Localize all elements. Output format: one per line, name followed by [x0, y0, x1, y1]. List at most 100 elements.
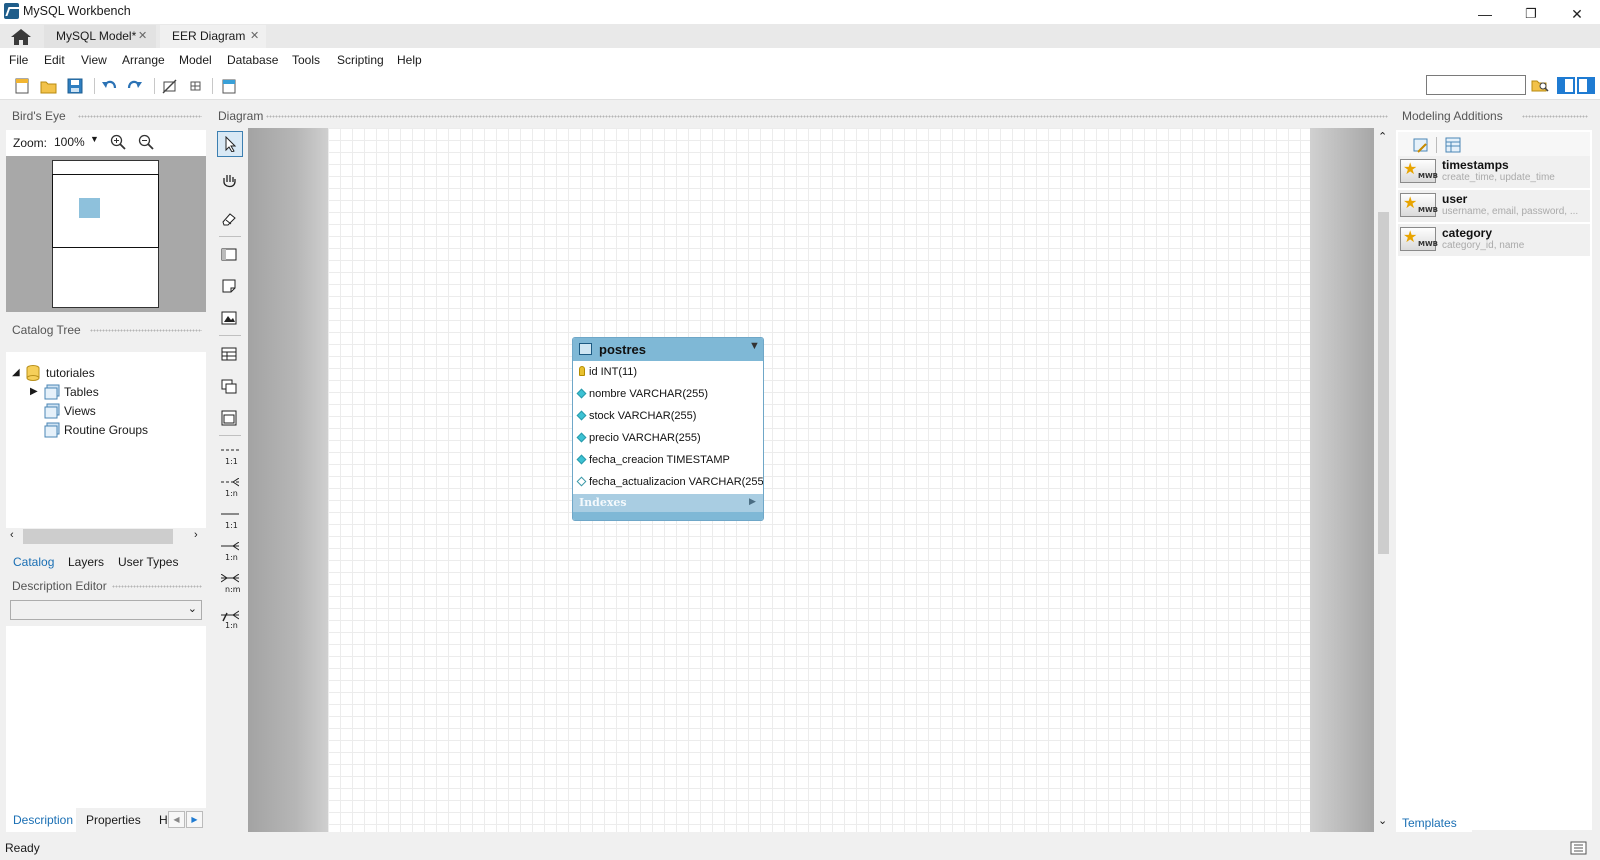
search-folder-icon[interactable] [1531, 76, 1549, 94]
toggle-grid-icon[interactable] [161, 77, 179, 95]
layer-tool[interactable] [217, 242, 243, 268]
output-panel-icon[interactable] [1570, 841, 1588, 856]
menu-view[interactable]: View [81, 53, 107, 67]
relationship-1-n-non-identifying[interactable]: 1:n [217, 474, 243, 500]
zoom-out-icon[interactable] [138, 134, 154, 150]
menu-database[interactable]: Database [227, 53, 278, 67]
menu-file[interactable]: File [9, 53, 28, 67]
birds-eye-viewport[interactable] [52, 174, 159, 248]
scroll-down-icon[interactable]: ⌄ [1378, 814, 1387, 827]
scroll-thumb[interactable] [1378, 212, 1389, 554]
redo-icon[interactable] [126, 77, 144, 95]
note-tool[interactable] [217, 274, 243, 300]
relationship-existing-columns[interactable]: 1:n [217, 606, 243, 632]
pointer-icon [225, 136, 237, 152]
save-icon[interactable] [66, 77, 84, 95]
diagram-canvas[interactable] [328, 128, 1310, 832]
menu-bar: File Edit View Arrange Model Database To… [0, 48, 1600, 72]
scroll-left-icon[interactable]: ‹ [10, 529, 14, 541]
tab-layers[interactable]: Layers [68, 555, 104, 569]
view-tool[interactable] [217, 374, 243, 400]
birds-eye-header: Bird's Eye [6, 106, 206, 126]
tab-templates[interactable]: Templates [1396, 812, 1472, 832]
menu-model[interactable]: Model [179, 53, 212, 67]
tab-history[interactable]: H [159, 813, 168, 827]
home-tab[interactable] [6, 26, 36, 48]
table-column[interactable]: fecha_actualizacion VARCHAR(255) [573, 471, 763, 493]
indexes-section[interactable]: Indexes ▶ [573, 494, 763, 512]
expand-indexes-icon[interactable]: ▶ [749, 496, 756, 507]
tab-catalog[interactable]: Catalog [13, 555, 54, 569]
tab-description[interactable]: Description [6, 808, 76, 832]
tab-eer-diagram[interactable]: EER Diagram ✕ [160, 25, 266, 48]
routine-group-tool[interactable] [217, 406, 243, 432]
toggle-left-panel-icon[interactable] [1557, 77, 1575, 94]
description-object-select[interactable]: ⌄ [10, 600, 202, 620]
tab-close-icon[interactable]: ✕ [250, 25, 259, 47]
zoom-select[interactable]: 100% ▼ [50, 133, 100, 151]
table-entity-postres[interactable]: postres ▼ id INT(11) nombre VARCHAR(255)… [572, 337, 764, 521]
export-icon[interactable] [220, 77, 238, 95]
menu-edit[interactable]: Edit [44, 53, 65, 67]
description-text-area[interactable] [6, 626, 206, 808]
image-tool[interactable] [217, 306, 243, 332]
toolbar-separator [212, 78, 213, 94]
scroll-thumb[interactable] [23, 529, 173, 544]
relationship-1-n-identifying[interactable]: 1:n [217, 538, 243, 564]
menu-tools[interactable]: Tools [292, 53, 320, 67]
tool-palette: 1:1 1:n 1:1 1:n n:m 1:n [212, 128, 246, 832]
table-column[interactable]: nombre VARCHAR(255) [573, 383, 763, 405]
table-column[interactable]: stock VARCHAR(255) [573, 405, 763, 427]
diagram-vertical-scrollbar[interactable]: ⌃ ⌄ [1374, 128, 1392, 832]
menu-help[interactable]: Help [397, 53, 422, 67]
eraser-tool[interactable] [217, 207, 243, 233]
undo-icon[interactable] [100, 77, 118, 95]
search-input[interactable] [1426, 75, 1526, 95]
description-tabs: Description Properties H ◀ ▶ [0, 808, 206, 832]
toggle-right-panel-icon[interactable] [1577, 77, 1595, 94]
zoom-in-icon[interactable] [110, 134, 126, 150]
scroll-up-icon[interactable]: ⌃ [1378, 130, 1387, 143]
relationship-n-m[interactable]: n:m [217, 570, 243, 596]
table-column[interactable]: fecha_creacion TIMESTAMP [573, 449, 763, 471]
tab-properties[interactable]: Properties [86, 813, 141, 827]
star-icon: ★ [1403, 195, 1418, 212]
not-null-column-icon [576, 432, 587, 443]
align-grid-icon[interactable] [187, 77, 205, 95]
menu-arrange[interactable]: Arrange [122, 53, 165, 67]
table-column[interactable]: precio VARCHAR(255) [573, 427, 763, 449]
pointer-tool[interactable] [217, 131, 243, 157]
tree-label: Tables [64, 385, 99, 399]
tab-scroll-left-icon[interactable]: ◀ [168, 811, 185, 828]
tab-scroll-right-icon[interactable]: ▶ [186, 811, 203, 828]
scroll-right-icon[interactable]: › [194, 529, 198, 541]
relationship-1-1-non-identifying[interactable]: 1:1 [217, 442, 243, 468]
tab-mysql-model[interactable]: MySQL Model* ✕ [44, 25, 156, 48]
birds-eye-view[interactable] [6, 156, 206, 312]
edit-template-icon[interactable] [1412, 136, 1430, 154]
collapse-toggle-icon[interactable]: ▼ [749, 340, 760, 352]
table-tool[interactable] [217, 342, 243, 368]
eraser-icon [222, 213, 236, 226]
table-column[interactable]: id INT(11) [573, 361, 763, 383]
expanded-arrow-icon[interactable]: ◢ [12, 364, 20, 382]
new-file-icon[interactable] [14, 77, 32, 95]
menu-scripting[interactable]: Scripting [337, 53, 384, 67]
column-label: precio VARCHAR(255) [589, 432, 701, 444]
hand-tool[interactable] [217, 169, 243, 195]
template-item-user[interactable]: ★ MWB user username, email, password, ..… [1398, 190, 1590, 222]
templates-table-icon[interactable] [1444, 136, 1462, 154]
tables-icon [44, 384, 60, 400]
collapsed-arrow-icon[interactable]: ▶ [30, 383, 38, 401]
catalog-horizontal-scrollbar[interactable]: ‹ › [6, 528, 206, 545]
open-folder-icon[interactable] [40, 77, 58, 95]
table-header[interactable]: postres ▼ [573, 338, 763, 361]
tab-close-icon[interactable]: ✕ [138, 25, 147, 47]
tab-user-types[interactable]: User Types [118, 555, 178, 569]
status-bar: Ready [0, 836, 1600, 860]
template-item-category[interactable]: ★ MWB category category_id, name [1398, 224, 1590, 256]
relationship-1-1-identifying[interactable]: 1:1 [217, 506, 243, 532]
template-item-timestamps[interactable]: ★ MWB timestamps create_time, update_tim… [1398, 156, 1590, 188]
main-toolbar [0, 72, 1600, 100]
mwb-template-icon: ★ MWB [1400, 159, 1438, 183]
